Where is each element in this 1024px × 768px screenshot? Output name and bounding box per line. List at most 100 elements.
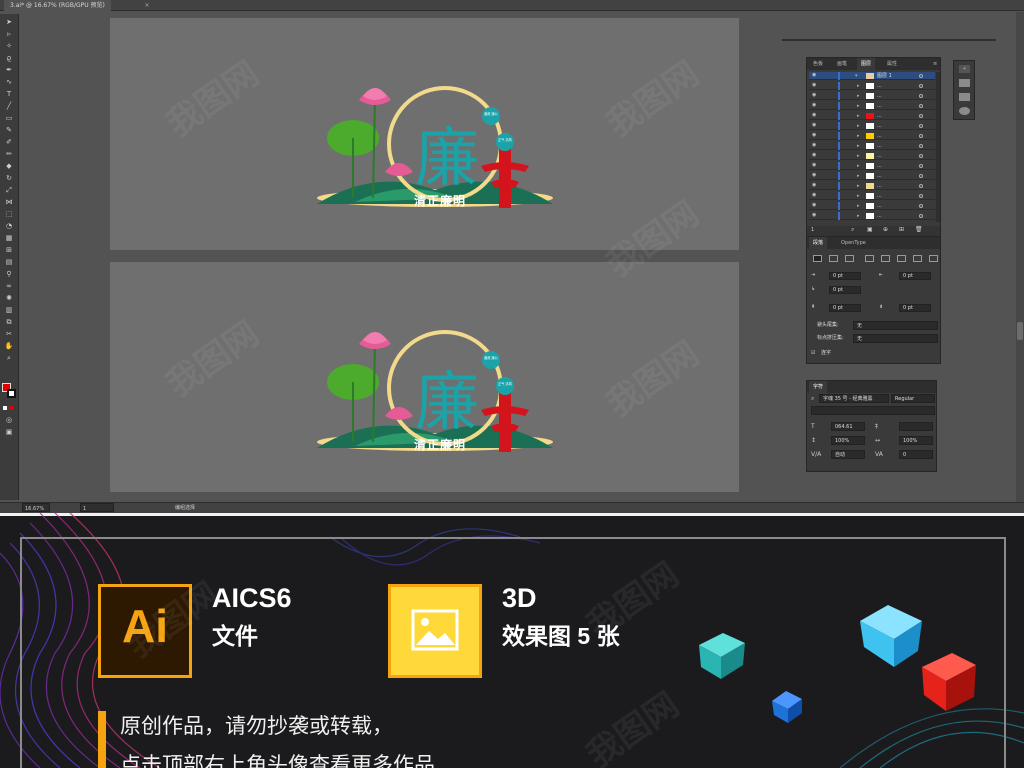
line-tool-icon[interactable]: ╱ [3,102,15,111]
font-size-field[interactable]: 064.61 [831,422,865,431]
delete-layer-icon[interactable]: 🗑 [915,226,923,233]
mesh-tool-icon[interactable]: ⊞ [3,246,15,255]
collapse-icon[interactable]: « [959,65,970,73]
sublayer-row[interactable]: ◉ ▸... [809,182,935,190]
expand-arrow-icon[interactable]: ▸ [857,202,860,210]
lasso-tool-icon[interactable]: ϱ [3,54,15,63]
kinsoku-select[interactable]: 无 [853,321,938,330]
pencil-tool-icon[interactable]: ✏ [3,150,15,159]
leading-field[interactable] [899,422,933,431]
sublayer-row[interactable]: ◉ ▸... [809,142,935,150]
shape-builder-tool-icon[interactable]: ◔ [3,222,15,231]
expand-arrow-icon[interactable]: ▸ [857,172,860,180]
expand-arrow-icon[interactable]: ▸ [857,122,860,130]
tab-swatches[interactable]: 色板 [809,58,827,70]
sublayer-row[interactable]: ◉ ▸... [809,102,935,110]
symbol-sprayer-tool-icon[interactable]: ✺ [3,294,15,303]
kerning-field[interactable]: 自动 [831,450,865,459]
sublayer-row[interactable]: ◉ ▸... [809,152,935,160]
sublayer-row[interactable]: ◉ ▸... [809,122,935,130]
layer-target-icon[interactable] [919,184,923,188]
align-right-icon[interactable] [845,255,854,262]
stroke-color-swatch[interactable] [7,389,16,398]
visibility-eye-icon[interactable]: ◉ [812,113,818,118]
blend-tool-icon[interactable]: ∞ [3,282,15,291]
transparency-panel-icon[interactable] [959,93,970,101]
visibility-eye-icon[interactable]: ◉ [812,83,818,88]
first-line-indent-field[interactable]: 0 pt [829,286,861,294]
new-sublayer-icon[interactable]: ⊕ [883,226,888,233]
justify-center-icon[interactable] [881,255,890,262]
align-left-icon[interactable] [813,255,822,262]
tab-paragraph[interactable]: 段落 [809,237,828,249]
expand-arrow-icon[interactable]: ▸ [857,152,860,160]
free-transform-tool-icon[interactable]: ⬚ [3,210,15,219]
gradient-tool-icon[interactable]: ▤ [3,258,15,267]
magic-wand-tool-icon[interactable]: ✧ [3,42,15,51]
rotate-tool-icon[interactable]: ↻ [3,174,15,183]
hyphenate-checkbox[interactable]: ☑ [811,349,815,358]
hand-tool-icon[interactable]: ✋ [3,342,15,351]
visibility-eye-icon[interactable]: ◉ [812,213,818,218]
column-graph-tool-icon[interactable]: ▥ [3,306,15,315]
visibility-eye-icon[interactable]: ◉ [812,143,818,148]
layer-target-icon[interactable] [919,154,923,158]
layer-target-icon[interactable] [919,144,923,148]
expand-arrow-icon[interactable]: ▸ [857,102,860,110]
close-tab-icon[interactable]: × [142,0,152,11]
type-tool-icon[interactable]: T [3,90,15,99]
layer-target-icon[interactable] [919,104,923,108]
justify-all-icon[interactable] [913,255,922,262]
expand-arrow-icon[interactable]: ▸ [857,132,860,140]
layer-target-icon[interactable] [919,194,923,198]
curvature-tool-icon[interactable]: ∿ [3,78,15,87]
expand-arrow-icon[interactable]: ▸ [857,192,860,200]
zoom-select[interactable]: 16.67% [22,503,50,512]
layer-target-icon[interactable] [919,214,923,218]
layer-target-icon[interactable] [919,94,923,98]
layer-target-icon[interactable] [919,204,923,208]
justify-all-lines-icon[interactable] [929,255,938,262]
vertical-scrollbar[interactable] [1016,12,1024,502]
visibility-eye-icon[interactable]: ◉ [812,193,818,198]
direct-selection-tool-icon[interactable]: ▹ [3,30,15,39]
stroke-panel-icon[interactable] [959,79,970,87]
sublayer-row[interactable]: ◉ ▸... [809,112,935,120]
rectangle-tool-icon[interactable]: ▭ [3,114,15,123]
layer-target-icon[interactable] [919,164,923,168]
visibility-eye-icon[interactable]: ◉ [812,103,818,108]
horizontal-scale-field[interactable]: 100% [899,436,933,445]
tab-properties[interactable]: 属性 [883,58,901,70]
width-tool-icon[interactable]: ⋈ [3,198,15,207]
space-before-field[interactable]: 0 pt [829,304,861,312]
document-tab[interactable]: 3.ai* @ 16.67% (RGB/GPU 预览) [4,0,111,11]
font-family-select[interactable]: 字魂 35 号 - 经典雅黑 [819,394,889,403]
sublayer-row[interactable]: ◉ ▸... [809,212,935,220]
appearance-panel-icon[interactable] [959,107,970,115]
align-center-icon[interactable] [829,255,838,262]
sublayer-row[interactable]: ◉ ▸... [809,132,935,140]
visibility-eye-icon[interactable]: ◉ [812,173,818,178]
slice-tool-icon[interactable]: ✂ [3,330,15,339]
tab-brushes[interactable]: 画笔 [833,58,851,70]
visibility-eye-icon[interactable]: ◉ [812,133,818,138]
layer-target-icon[interactable] [919,84,923,88]
paintbrush-tool-icon[interactable]: ✎ [3,126,15,135]
eyedropper-tool-icon[interactable]: ⚲ [3,270,15,279]
expand-arrow-icon[interactable]: ▸ [857,142,860,150]
swap-colors-icon[interactable] [9,406,13,410]
screen-mode-icon[interactable]: ▣ [3,428,15,437]
artboard-tool-icon[interactable]: ⧉ [3,318,15,327]
visibility-eye-icon[interactable]: ◉ [812,163,818,168]
make-clipping-mask-icon[interactable]: ▣ [867,226,873,233]
layer-target-icon[interactable] [919,124,923,128]
panel-menu-icon[interactable]: ≡ [929,58,941,70]
sublayer-row[interactable]: ◉ ▸... [809,82,935,90]
visibility-eye-icon[interactable]: ◉ [812,123,818,128]
layer-target-icon[interactable] [919,174,923,178]
layer-target-icon[interactable] [919,114,923,118]
visibility-eye-icon[interactable]: ◉ [812,153,818,158]
perspective-grid-tool-icon[interactable]: ▦ [3,234,15,243]
eraser-tool-icon[interactable]: ◆ [3,162,15,171]
expand-arrow-icon[interactable]: ▸ [857,162,860,170]
